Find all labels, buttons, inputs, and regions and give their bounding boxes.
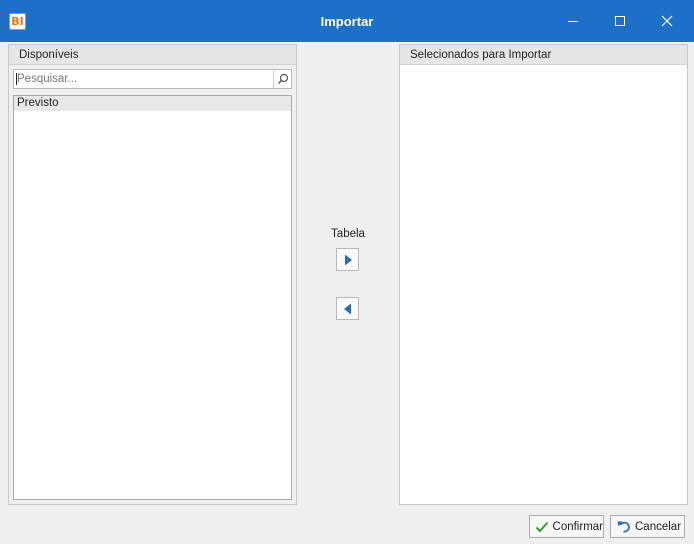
list-item[interactable]: Previsto (14, 96, 291, 111)
text-caret (16, 73, 17, 85)
search-icon (277, 73, 288, 84)
available-panel: Disponíveis Previsto (8, 44, 297, 505)
selected-panel-header: Selecionados para Importar (400, 45, 687, 65)
title-bar: BI Importar (0, 0, 694, 42)
search-input[interactable] (14, 70, 275, 88)
confirm-label: Confirmar (552, 520, 603, 533)
available-list[interactable]: Previsto (13, 95, 292, 500)
maximize-icon (615, 16, 625, 26)
search-button[interactable] (273, 70, 291, 88)
transfer-label: Tabela (331, 228, 365, 240)
search-box (13, 69, 292, 89)
move-right-button[interactable] (336, 248, 359, 271)
available-panel-header: Disponíveis (9, 45, 296, 65)
arrow-right-icon (344, 254, 352, 265)
close-button[interactable] (644, 0, 690, 42)
check-icon (535, 519, 550, 535)
selected-panel[interactable]: Selecionados para Importar (399, 44, 688, 505)
minimize-icon (568, 21, 578, 22)
close-icon (661, 15, 673, 27)
move-left-button[interactable] (336, 297, 359, 320)
undo-icon (616, 519, 632, 535)
minimize-button[interactable] (550, 0, 596, 42)
confirm-button[interactable]: Confirmar (529, 515, 604, 538)
cancel-label: Cancelar (635, 520, 682, 533)
arrow-left-icon (343, 303, 351, 314)
cancel-button[interactable]: Cancelar (610, 515, 685, 538)
maximize-button[interactable] (597, 0, 643, 42)
